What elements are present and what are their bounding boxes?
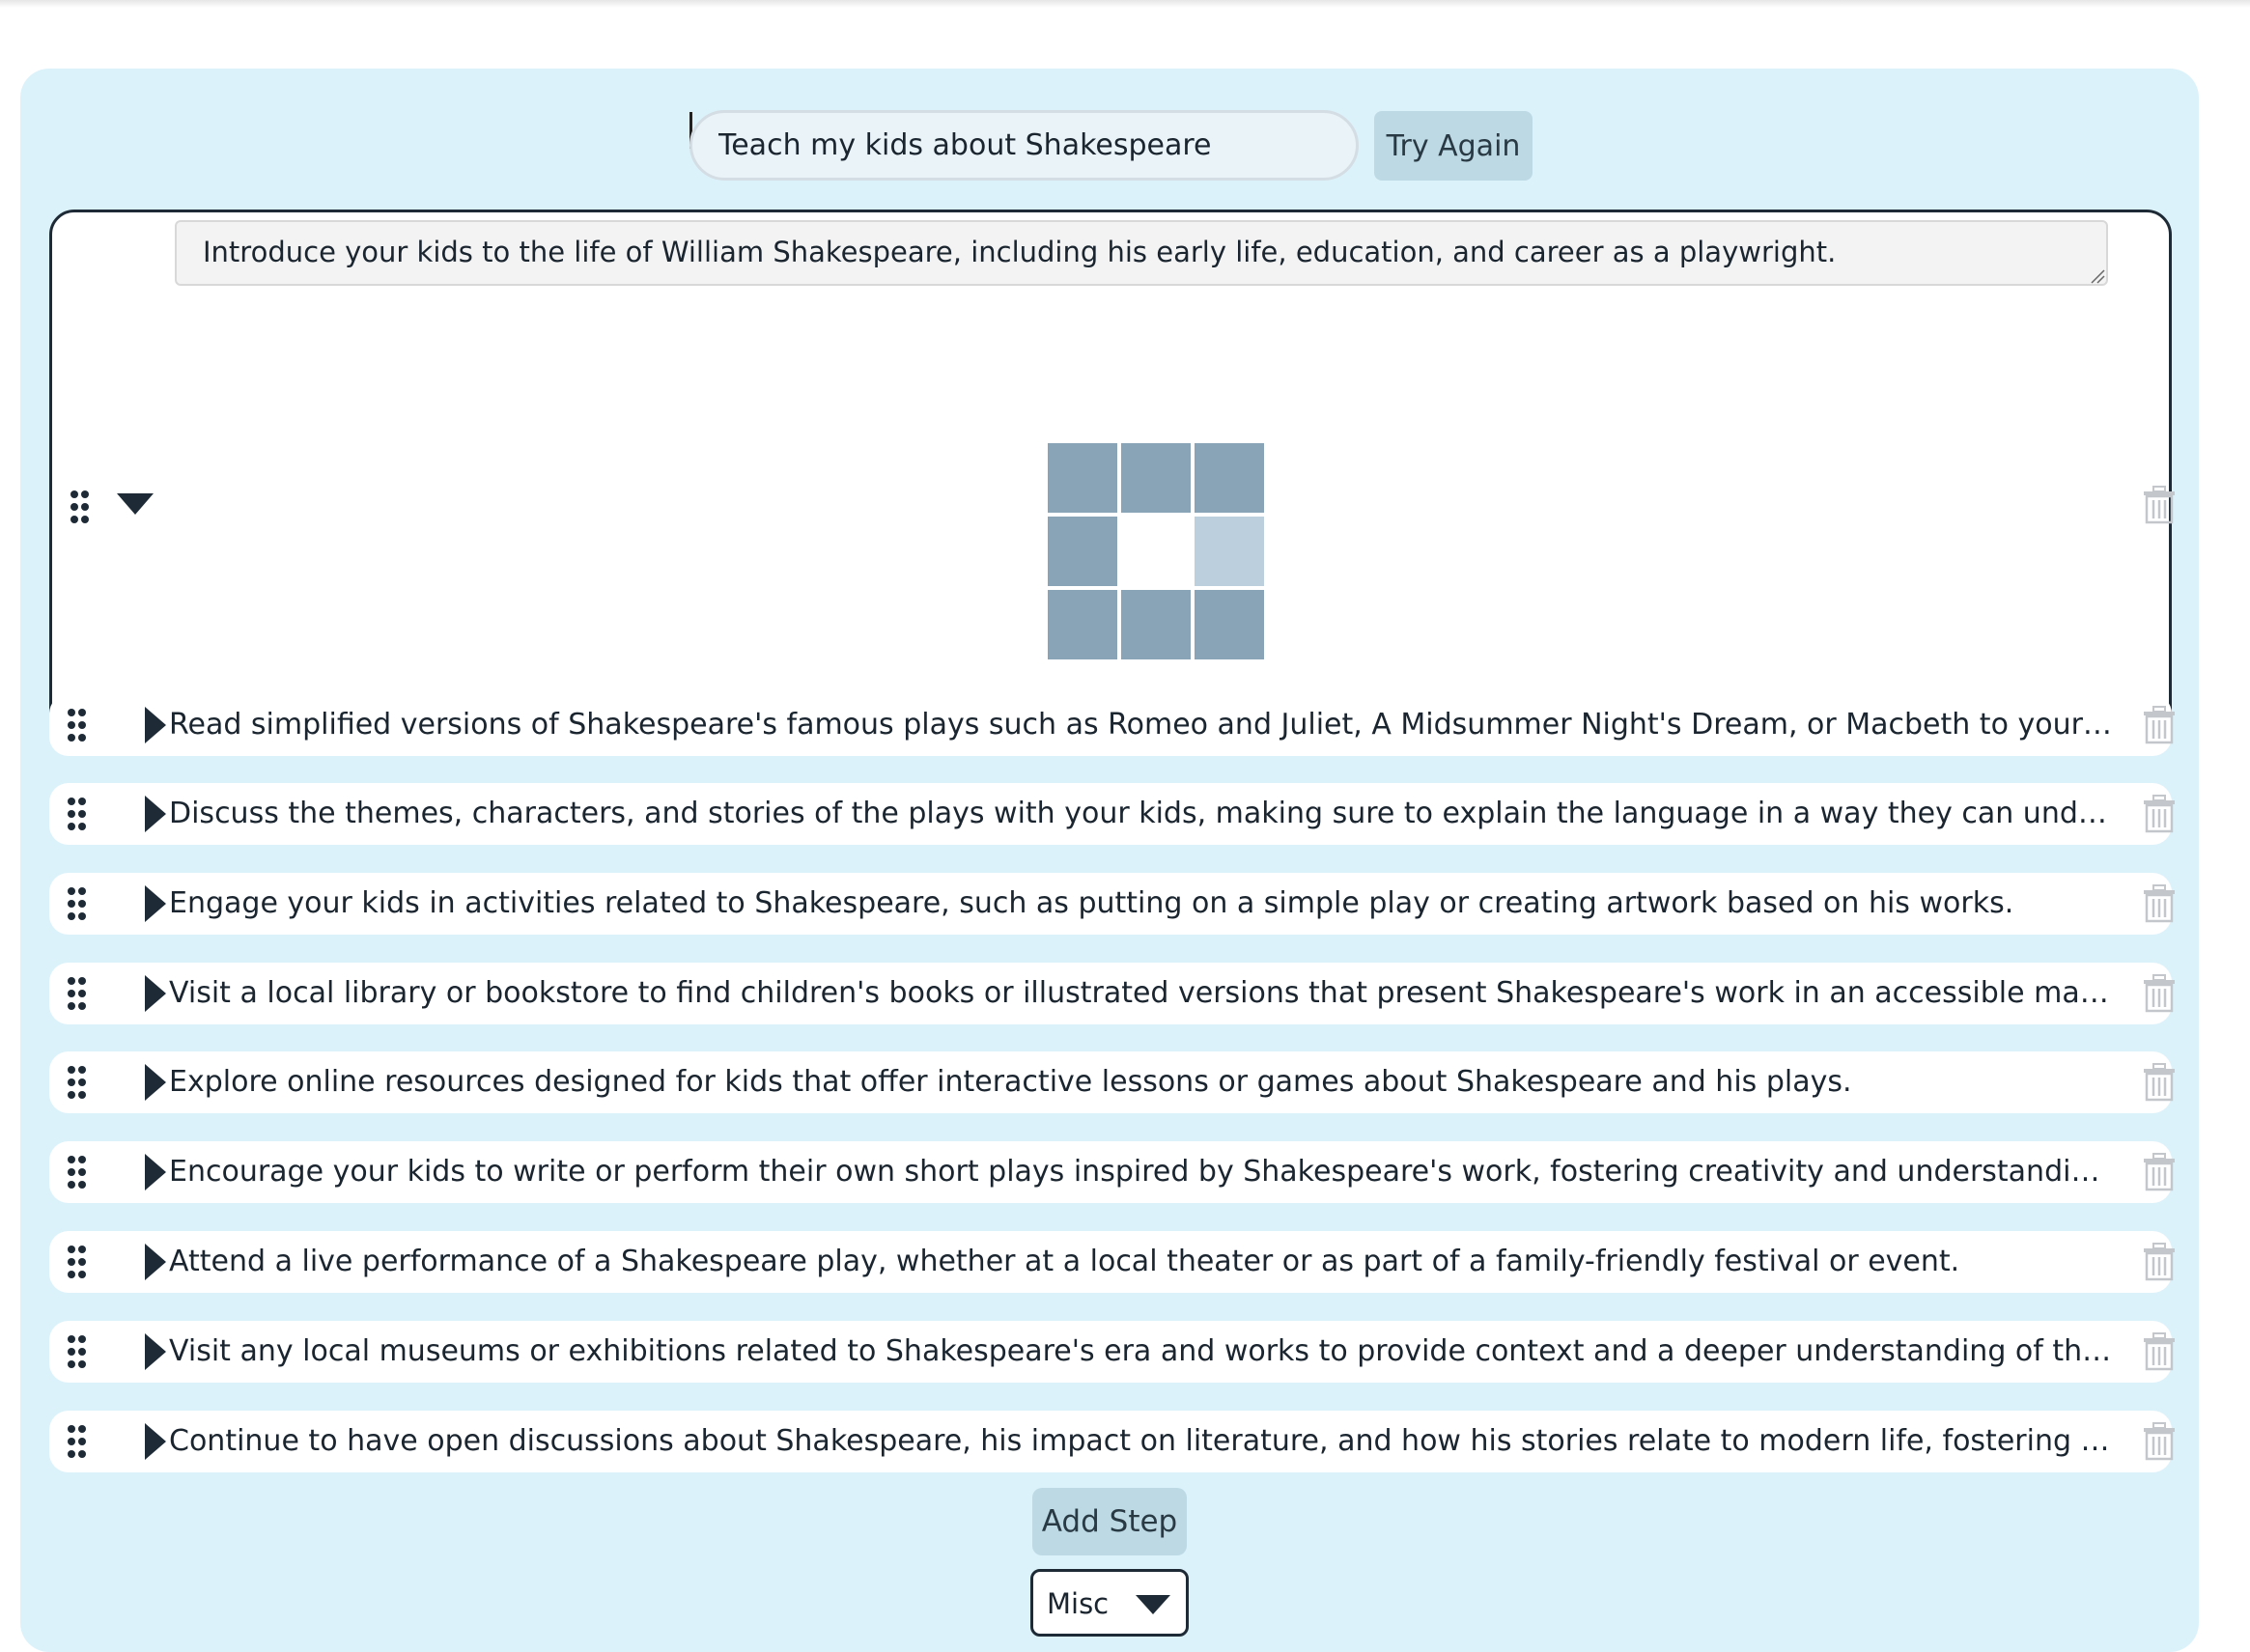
trash-icon[interactable] [2143,795,2176,833]
add-step-button[interactable]: Add Step [1032,1488,1187,1555]
trash-icon[interactable] [2143,884,2176,923]
step-text[interactable]: Explore online resources designed for ki… [169,1051,2116,1113]
step-row[interactable]: Visit a local library or bookstore to fi… [49,963,2175,1024]
step-text[interactable]: Visit a local library or bookstore to fi… [169,963,2116,1024]
trash-icon[interactable] [2143,706,2176,744]
step-row[interactable]: Engage your kids in activities related t… [49,873,2175,935]
step-description-textarea[interactable]: Introduce your kids to the life of Willi… [175,220,2108,286]
drag-handle-icon[interactable] [70,490,90,523]
trash-icon[interactable] [2143,486,2176,524]
step-row[interactable]: Discuss the themes, characters, and stor… [49,783,2175,845]
loading-grid-icon [1048,443,1268,663]
drag-handle-icon[interactable] [68,709,87,742]
step-text[interactable]: Encourage your kids to write or perform … [169,1141,2116,1203]
drag-handle-icon[interactable] [68,1066,87,1099]
category-select[interactable]: Misc [1030,1569,1189,1637]
step-row[interactable]: Visit any local museums or exhibitions r… [49,1321,2175,1383]
caret-right-icon[interactable] [145,1423,166,1460]
trash-icon[interactable] [2143,1063,2176,1102]
step-row[interactable]: Continue to have open discussions about … [49,1411,2175,1472]
drag-handle-icon[interactable] [68,977,87,1010]
caret-right-icon[interactable] [145,975,166,1012]
step-row[interactable]: Encourage your kids to write or perform … [49,1141,2175,1203]
step-text[interactable]: Visit any local museums or exhibitions r… [169,1321,2116,1383]
chevron-down-icon [1136,1595,1170,1614]
drag-handle-icon[interactable] [68,887,87,920]
caret-right-icon[interactable] [145,885,166,922]
caret-right-icon[interactable] [145,1333,166,1370]
step-row[interactable]: Explore online resources designed for ki… [49,1051,2175,1113]
category-label: Misc [1047,1587,1110,1620]
step-text[interactable]: Engage your kids in activities related t… [169,873,2116,935]
step-row[interactable]: Read simplified versions of Shakespeare'… [49,694,2175,756]
trash-icon[interactable] [2143,1243,2176,1281]
caret-down-icon[interactable] [117,493,154,515]
top-shadow-bar [0,0,2250,8]
plan-panel: Try Again Introduce your kids to the lif… [20,69,2199,1652]
trash-icon[interactable] [2143,1153,2176,1191]
step-text[interactable]: Read simplified versions of Shakespeare'… [169,694,2116,756]
caret-right-icon[interactable] [145,1154,166,1190]
try-again-button[interactable]: Try Again [1374,111,1533,181]
step-text[interactable]: Discuss the themes, characters, and stor… [169,783,2116,845]
goal-input[interactable] [689,110,1359,181]
step-text[interactable]: Continue to have open discussions about … [169,1411,2116,1472]
trash-icon[interactable] [2143,974,2176,1013]
step-text[interactable]: Attend a live performance of a Shakespea… [169,1231,2116,1293]
expanded-step-card: Introduce your kids to the life of Willi… [49,210,2175,735]
caret-right-icon[interactable] [145,1064,166,1101]
caret-right-icon[interactable] [145,1244,166,1280]
drag-handle-icon[interactable] [68,1425,87,1458]
drag-handle-icon[interactable] [68,798,87,830]
drag-handle-icon[interactable] [68,1156,87,1189]
caret-right-icon[interactable] [145,796,166,832]
trash-icon[interactable] [2143,1422,2176,1461]
resize-grip-icon[interactable] [2090,268,2105,284]
step-row[interactable]: Attend a live performance of a Shakespea… [49,1231,2175,1293]
trash-icon[interactable] [2143,1332,2176,1371]
caret-right-icon[interactable] [145,707,166,743]
drag-handle-icon[interactable] [68,1335,87,1368]
drag-handle-icon[interactable] [68,1246,87,1278]
